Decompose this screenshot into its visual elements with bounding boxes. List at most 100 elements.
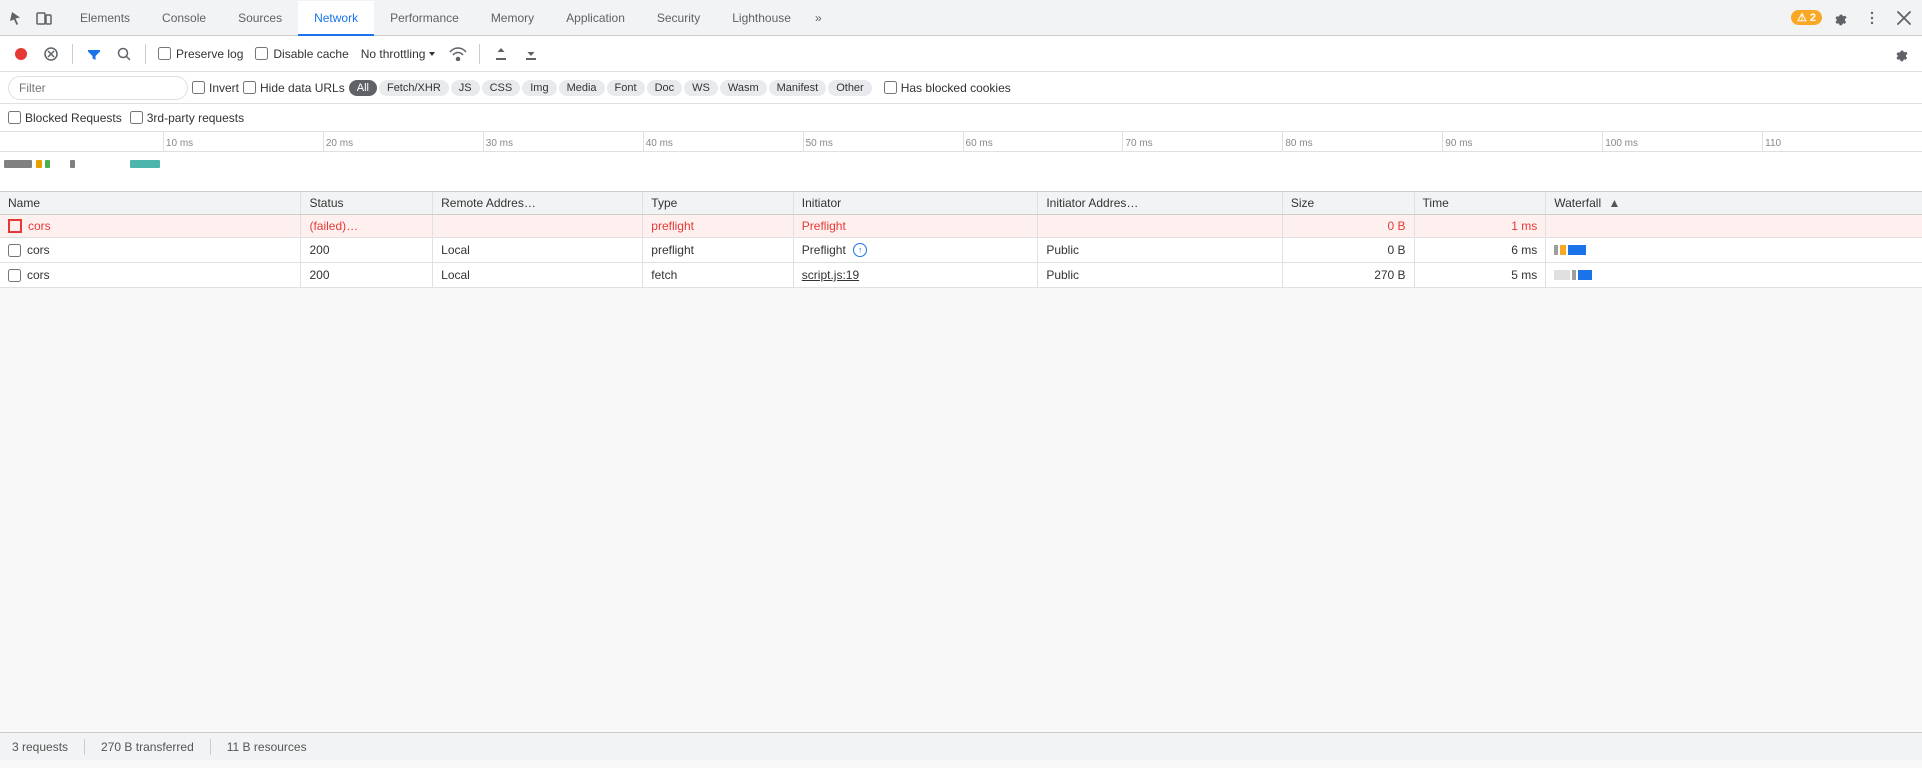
- filter-type-wasm[interactable]: Wasm: [720, 80, 767, 96]
- device-toggle-icon[interactable]: [32, 6, 56, 30]
- ruler-tick-0: [0, 132, 163, 151]
- row2-remote-address: Local: [433, 238, 643, 263]
- filter-type-all[interactable]: All: [349, 80, 377, 96]
- status-transferred: 270 B transferred: [101, 740, 194, 754]
- record-button[interactable]: [8, 41, 34, 67]
- preserve-log-checkbox-label[interactable]: Preserve log: [154, 47, 247, 61]
- settings-icon[interactable]: [1826, 4, 1854, 32]
- tab-security[interactable]: Security: [641, 1, 716, 36]
- filter-type-css[interactable]: CSS: [482, 80, 521, 96]
- col-status[interactable]: Status: [301, 192, 433, 215]
- blocked-requests-checkbox[interactable]: [8, 111, 21, 124]
- status-resources: 11 B resources: [227, 740, 307, 754]
- filter-type-media[interactable]: Media: [559, 80, 605, 96]
- filter-toggle-button[interactable]: [81, 41, 107, 67]
- row2-type: preflight: [643, 238, 793, 263]
- row3-type: fetch: [643, 263, 793, 288]
- clear-button[interactable]: [38, 41, 64, 67]
- ruler-tick-10: 100 ms: [1602, 132, 1762, 151]
- filter-type-buttons: All Fetch/XHR JS CSS Img Media Font Doc …: [349, 80, 872, 96]
- row1-type: preflight: [643, 215, 793, 238]
- col-waterfall[interactable]: Waterfall ▲: [1546, 192, 1922, 215]
- more-options-icon[interactable]: [1858, 4, 1886, 32]
- more-tabs-button[interactable]: »: [807, 1, 830, 36]
- row1-name-cell: cors: [0, 215, 301, 238]
- ruler-tick-4: 40 ms: [643, 132, 803, 151]
- ruler-tick-8: 80 ms: [1282, 132, 1442, 151]
- toolbar-divider-2: [145, 44, 146, 64]
- hide-data-urls-checkbox-label[interactable]: Hide data URLs: [243, 81, 345, 95]
- filter-input[interactable]: [8, 76, 188, 100]
- filter-type-ws[interactable]: WS: [684, 80, 718, 96]
- tab-network[interactable]: Network: [298, 1, 374, 36]
- table-row[interactable]: cors 200 Local fetch script.js:19: [0, 263, 1922, 288]
- blocked-requests-checkbox-label[interactable]: Blocked Requests: [8, 111, 122, 125]
- table-row[interactable]: cors 200 Local preflight Preflight ↑: [0, 238, 1922, 263]
- third-party-requests-checkbox-label[interactable]: 3rd-party requests: [130, 111, 244, 125]
- has-blocked-cookies-label[interactable]: Has blocked cookies: [884, 81, 1011, 95]
- tab-bar-right: ⚠ 2: [1791, 4, 1918, 32]
- col-size[interactable]: Size: [1282, 192, 1414, 215]
- ruler-tick-9: 90 ms: [1442, 132, 1602, 151]
- invert-checkbox[interactable]: [192, 81, 205, 94]
- filter-type-fetch-xhr[interactable]: Fetch/XHR: [379, 80, 449, 96]
- filter-type-font[interactable]: Font: [607, 80, 645, 96]
- has-blocked-cookies-checkbox[interactable]: [884, 81, 897, 94]
- filter-type-other[interactable]: Other: [828, 80, 872, 96]
- col-remote-address[interactable]: Remote Addres…: [433, 192, 643, 215]
- network-settings-icon[interactable]: [1888, 41, 1914, 67]
- row2-checkbox[interactable]: [8, 244, 21, 257]
- third-party-requests-checkbox[interactable]: [130, 111, 143, 124]
- throttle-chevron-icon: [427, 49, 437, 59]
- hide-data-urls-checkbox[interactable]: [243, 81, 256, 94]
- filter-type-doc[interactable]: Doc: [647, 80, 683, 96]
- tab-performance[interactable]: Performance: [374, 1, 475, 36]
- tab-lighthouse[interactable]: Lighthouse: [716, 1, 807, 36]
- col-initiator[interactable]: Initiator: [793, 192, 1038, 215]
- issue-badge[interactable]: ⚠ 2: [1791, 10, 1822, 25]
- filter-type-manifest[interactable]: Manifest: [769, 80, 827, 96]
- tab-elements[interactable]: Elements: [64, 1, 146, 36]
- disable-cache-checkbox-label[interactable]: Disable cache: [251, 47, 352, 61]
- preflight-reload-icon: ↑: [853, 243, 867, 257]
- upload-icon[interactable]: [488, 41, 514, 67]
- cursor-icon[interactable]: [4, 6, 28, 30]
- tab-memory[interactable]: Memory: [475, 1, 550, 36]
- badge-icon: ⚠: [1797, 12, 1807, 24]
- wf-seg-queued: [1554, 245, 1558, 255]
- col-initiator-address[interactable]: Initiator Addres…: [1038, 192, 1283, 215]
- search-button[interactable]: [111, 41, 137, 67]
- tab-application[interactable]: Application: [550, 1, 641, 36]
- table-row[interactable]: cors (failed)… preflight Preflight: [0, 215, 1922, 238]
- col-type[interactable]: Type: [643, 192, 793, 215]
- throttle-select[interactable]: No throttling: [357, 45, 442, 63]
- row3-status: 200: [301, 263, 433, 288]
- toolbar-divider-1: [72, 44, 73, 64]
- tab-sources[interactable]: Sources: [222, 1, 298, 36]
- col-name[interactable]: Name: [0, 192, 301, 215]
- invert-checkbox-label[interactable]: Invert: [192, 81, 239, 95]
- col-time[interactable]: Time: [1414, 192, 1546, 215]
- close-devtools-icon[interactable]: [1890, 4, 1918, 32]
- wifi-icon[interactable]: [445, 41, 471, 67]
- row3-checkbox[interactable]: [8, 269, 21, 282]
- wf-preview-bar-1: [4, 160, 32, 168]
- ruler-tick-2: 20 ms: [323, 132, 483, 151]
- timeline-area[interactable]: 10 ms 20 ms 30 ms 40 ms 50 ms 60 ms 70 m…: [0, 132, 1922, 192]
- download-icon[interactable]: [518, 41, 544, 67]
- wf-seg-stalled2: [1572, 270, 1576, 280]
- row1-initiator: Preflight: [793, 215, 1038, 238]
- filter-type-img[interactable]: Img: [522, 80, 556, 96]
- row3-time: 5 ms: [1414, 263, 1546, 288]
- row3-initiator-link[interactable]: script.js:19: [802, 268, 859, 282]
- tab-console[interactable]: Console: [146, 1, 222, 36]
- table-header: Name Status Remote Addres… Type Initiato…: [0, 192, 1922, 215]
- waterfall-preview: [0, 156, 1922, 184]
- ruler-tick-1: 10 ms: [163, 132, 323, 151]
- preserve-log-checkbox[interactable]: [158, 47, 171, 60]
- status-requests: 3 requests: [12, 740, 68, 754]
- disable-cache-checkbox[interactable]: [255, 47, 268, 60]
- wf-seg-receiving2: [1578, 270, 1592, 280]
- timeline-ruler: 10 ms 20 ms 30 ms 40 ms 50 ms 60 ms 70 m…: [0, 132, 1922, 152]
- filter-type-js[interactable]: JS: [451, 80, 480, 96]
